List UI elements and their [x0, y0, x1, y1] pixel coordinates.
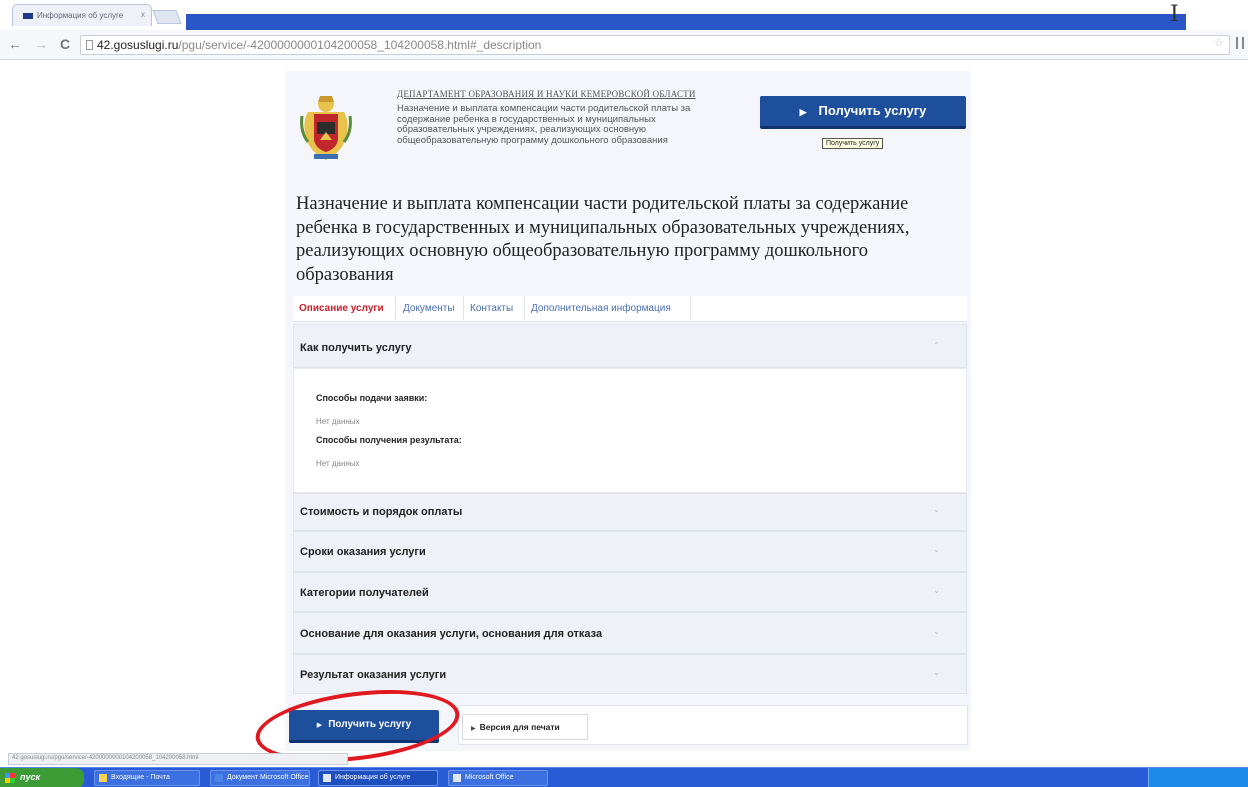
- browser-tab[interactable]: Информация об услуге x: [12, 4, 152, 26]
- tooltip: Получить услугу: [822, 138, 884, 149]
- office-icon: [453, 774, 461, 782]
- taskbar-item-active[interactable]: Информация об услуге: [318, 770, 438, 786]
- mail-icon: [99, 774, 107, 782]
- accordion-label: Категории получателей: [300, 587, 429, 599]
- coat-of-arms-icon: [300, 96, 352, 160]
- document-icon: [215, 774, 223, 782]
- chevron-down-icon: ⌄: [933, 627, 940, 636]
- submit-methods-value: Нет данных: [316, 417, 360, 426]
- accordion-result[interactable]: Результат оказания услуги ⌄: [293, 654, 967, 694]
- play-arrow-icon: ▶: [799, 107, 807, 117]
- chevron-down-icon: ⌄: [933, 545, 940, 554]
- start-label: пуск: [20, 772, 41, 782]
- back-button[interactable]: ←: [8, 36, 22, 52]
- department-link[interactable]: ДЕПАРТАМЕНТ ОБРАЗОВАНИЯ И НАУКИ КЕМЕРОВС…: [397, 89, 696, 99]
- windows-logo-icon: [5, 773, 15, 783]
- service-tabs: Описание услуги Документы Контакты Допол…: [293, 296, 967, 322]
- tab-divider: [463, 296, 464, 320]
- accordion-grounds[interactable]: Основание для оказания услуги, основания…: [293, 612, 967, 654]
- start-button[interactable]: пуск: [0, 768, 84, 787]
- window-caption-strip: [186, 14, 1186, 30]
- system-tray: [1148, 768, 1248, 787]
- get-service-label: Получить услугу: [818, 103, 927, 118]
- taskbar-item[interactable]: Microsoft Office: [448, 770, 548, 786]
- service-short-description: Назначение и выплата компенсации части р…: [397, 103, 691, 146]
- accordion-cost[interactable]: Стоимость и порядок оплаты ⌄: [293, 493, 967, 531]
- browser-titlebar: Информация об услуге x I: [0, 0, 1248, 30]
- taskbar-item-label: Входящие - Почта: [111, 774, 170, 781]
- accordion-label: Основание для оказания услуги, основания…: [300, 628, 603, 640]
- play-arrow-icon: ▶: [471, 726, 476, 732]
- new-tab-button[interactable]: [152, 10, 182, 24]
- tab-divider: [524, 296, 525, 320]
- tab-divider: [395, 296, 396, 320]
- taskbar-item-label: Документ Microsoft Office: [227, 774, 309, 781]
- chevron-down-icon: ⌄: [933, 668, 940, 677]
- get-service-button-top[interactable]: ▶ Получить услугу: [760, 96, 966, 129]
- page-icon: [86, 40, 93, 50]
- bookmark-star-icon[interactable]: ☆: [1214, 36, 1224, 49]
- tab-divider: [690, 296, 691, 320]
- print-version-label: Версия для печати: [479, 722, 560, 732]
- text-cursor-icon: I: [1170, 2, 1179, 27]
- address-path: /pgu/service/-4200000000104200058_104200…: [178, 38, 542, 52]
- tab-description[interactable]: Описание услуги: [299, 303, 384, 314]
- browser-menu-icon[interactable]: [1236, 37, 1244, 49]
- accordion-label: Как получить услугу: [300, 342, 412, 354]
- browser-status-url: 42.gosuslugi.ru/pgu/service/-42000000001…: [8, 753, 348, 765]
- chevron-down-icon: ⌄: [933, 505, 940, 514]
- taskbar-item[interactable]: Входящие - Почта: [94, 770, 200, 786]
- accordion-label: Сроки оказания услуги: [300, 546, 426, 558]
- taskbar-item-label: Microsoft Office: [465, 774, 514, 781]
- chevron-up-icon: ⌃: [933, 341, 940, 350]
- accordion-label: Результат оказания услуги: [300, 669, 447, 681]
- page-title: Назначение и выплата компенсации части р…: [296, 194, 910, 285]
- accordion-panel-how-to-get: Способы подачи заявки: Нет данных Способ…: [293, 368, 967, 493]
- taskbar-item[interactable]: Документ Microsoft Office: [210, 770, 310, 786]
- taskbar-item-label: Информация об услуге: [335, 774, 411, 781]
- result-methods-value: Нет данных: [316, 459, 360, 468]
- accordion-recipients[interactable]: Категории получателей ⌄: [293, 572, 967, 612]
- address-host: 42.gosuslugi.ru: [97, 38, 179, 52]
- submit-methods-heading: Способы подачи заявки:: [316, 393, 428, 403]
- browser-toolbar: ← → C 42.gosuslugi.ru/pgu/service/-42000…: [0, 30, 1248, 60]
- result-methods-heading: Способы получения результата:: [316, 435, 462, 445]
- tab-contacts[interactable]: Контакты: [470, 303, 513, 314]
- accordion-terms[interactable]: Сроки оказания услуги ⌄: [293, 531, 967, 572]
- windows-taskbar: пуск Входящие - Почта Документ Microsoft…: [0, 767, 1248, 787]
- tab-additional-info[interactable]: Дополнительная информация: [531, 303, 671, 314]
- chevron-down-icon: ⌄: [933, 586, 940, 595]
- tab-title: Информация об услуге: [37, 11, 124, 20]
- tab-close-icon[interactable]: x: [141, 10, 145, 19]
- favicon-icon: [23, 13, 33, 19]
- tab-documents[interactable]: Документы: [403, 303, 455, 314]
- reload-button[interactable]: C: [60, 36, 70, 52]
- browser-icon: [323, 774, 331, 782]
- accordion-label: Стоимость и порядок оплаты: [300, 506, 463, 518]
- forward-button[interactable]: →: [34, 36, 48, 52]
- print-version-button[interactable]: ▶ Версия для печати: [462, 714, 588, 740]
- address-bar[interactable]: 42.gosuslugi.ru/pgu/service/-42000000001…: [80, 35, 1230, 55]
- accordion-how-to-get[interactable]: Как получить услугу ⌃: [293, 324, 967, 368]
